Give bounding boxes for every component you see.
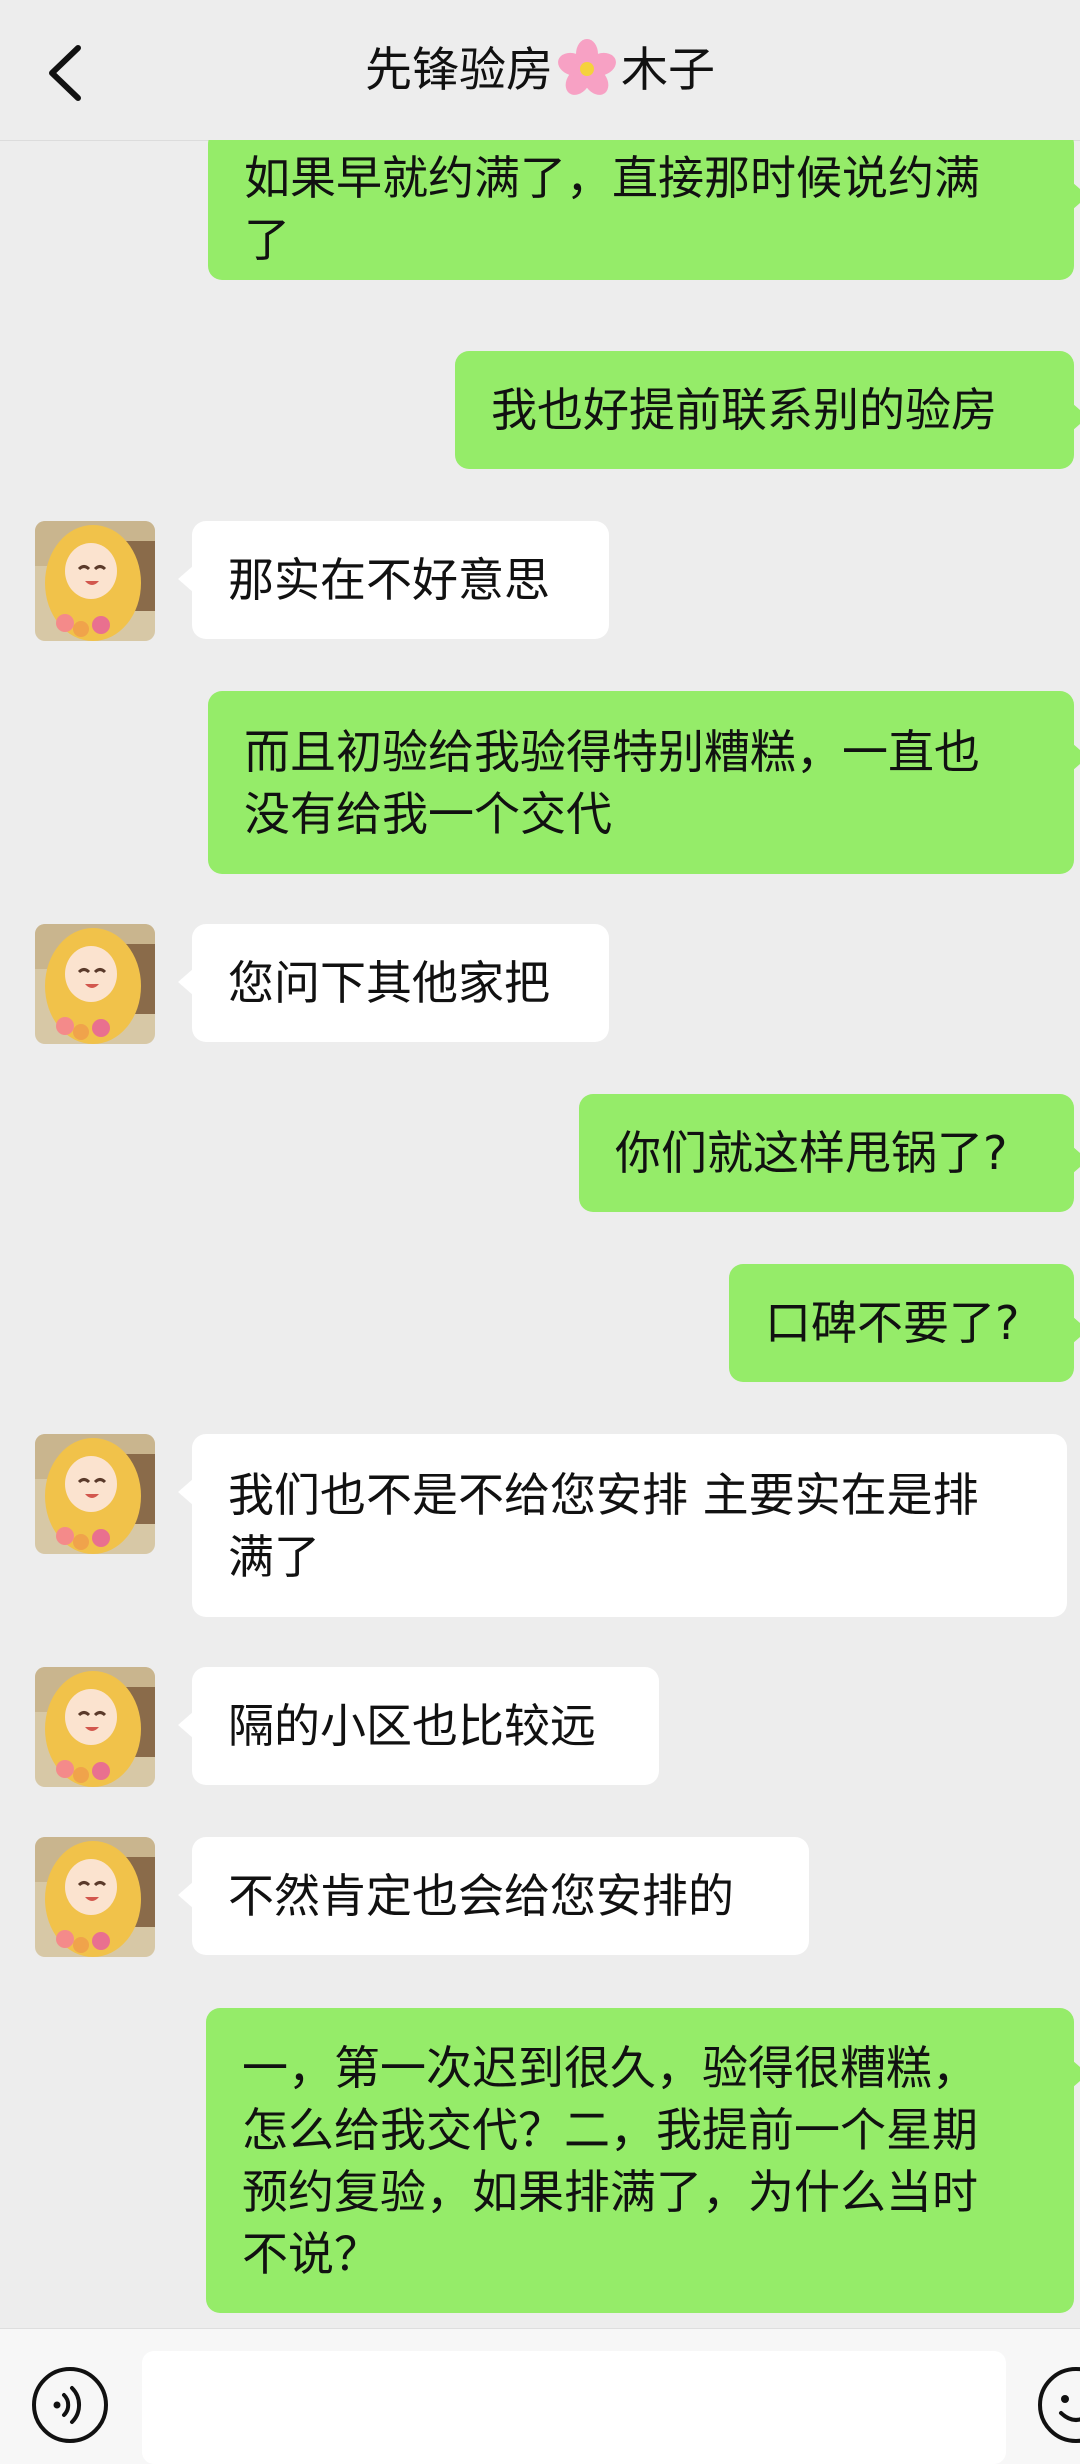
chat-title: 先锋验房 木子 — [0, 36, 1080, 106]
contact-avatar[interactable] — [35, 1667, 155, 1787]
contact-avatar[interactable] — [35, 924, 155, 1044]
chat-title-suffix: 木子 — [621, 43, 715, 98]
message-bubble-received[interactable]: 那实在不好意思 — [178, 521, 609, 639]
message-bubble-sent[interactable]: 如果早就约满了，直接那时候说约满 了 — [208, 140, 1080, 280]
voice-icon[interactable] — [30, 2365, 110, 2445]
message-bubble-sent[interactable]: 而且初验给我验得特别糟糕，一直也 没有给我一个交代 — [208, 691, 1080, 874]
message-bubble-received[interactable]: 隔的小区也比较远 — [178, 1667, 659, 1785]
message-bubble-received[interactable]: 不然肯定也会给您安排的 — [178, 1837, 809, 1955]
cherry-blossom-icon — [558, 39, 616, 95]
chat-header: 先锋验房 木子 — [0, 0, 1080, 141]
message-bubble-sent[interactable]: 口碑不要了? — [729, 1264, 1080, 1382]
message-input-bar — [0, 2328, 1080, 2464]
chat-message-list[interactable]: 如果早就约满了，直接那时候说约满 了 我也好提前联系别的验房 那实在不好意思 而… — [0, 140, 1080, 2328]
chat-title-prefix: 先锋验房 — [365, 43, 553, 98]
contact-avatar[interactable] — [35, 1837, 155, 1957]
message-bubble-received[interactable]: 我们也不是不给您安排 主要实在是排 满了 — [178, 1434, 1067, 1617]
contact-avatar[interactable] — [35, 1434, 155, 1554]
message-bubble-received[interactable]: 您问下其他家把 — [178, 924, 609, 1042]
message-bubble-sent[interactable]: 一，第一次迟到很久，验得很糟糕， 怎么给我交代？二，我提前一个星期 预约复验，如… — [206, 2008, 1080, 2313]
message-text-input[interactable] — [142, 2351, 1006, 2464]
emoji-icon[interactable] — [1036, 2365, 1080, 2445]
message-bubble-sent[interactable]: 你们就这样甩锅了? — [579, 1094, 1080, 1212]
message-bubble-sent[interactable]: 我也好提前联系别的验房 — [455, 351, 1080, 469]
contact-avatar[interactable] — [35, 521, 155, 641]
